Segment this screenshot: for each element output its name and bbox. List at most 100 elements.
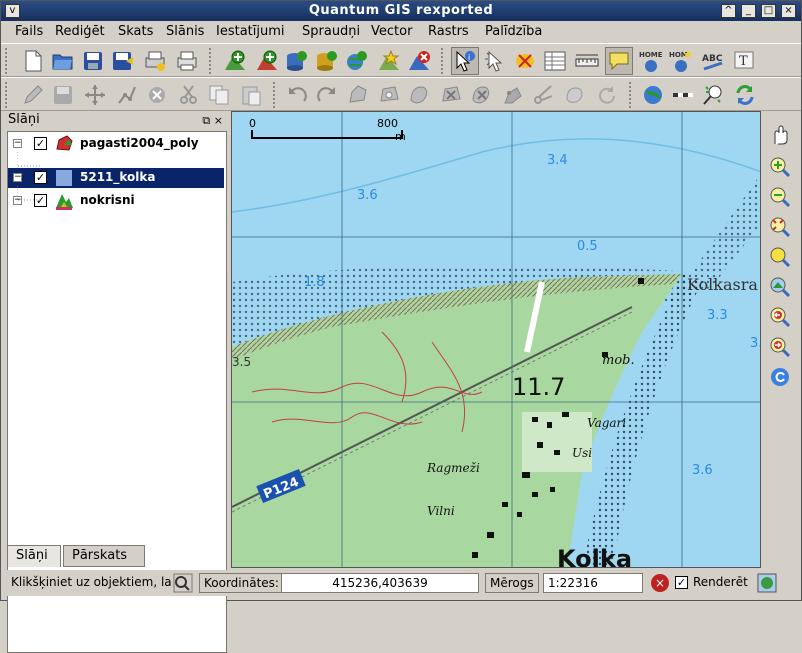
capture-point-icon[interactable] — [81, 81, 109, 109]
menu-vector[interactable]: Vector — [369, 23, 414, 41]
new-bookmark-icon[interactable]: HOME — [637, 47, 665, 75]
edit-toolbar — [1, 77, 801, 111]
collapse-layer-icon[interactable]: − — [13, 139, 22, 148]
toolbar-grip[interactable] — [629, 82, 633, 108]
undock-icon[interactable]: ⧉ × — [202, 112, 223, 130]
zoom-wizard-icon[interactable] — [699, 81, 727, 109]
zoom-next-icon[interactable] — [766, 333, 794, 361]
delete-part-icon[interactable] — [467, 81, 495, 109]
zoom-to-layer-icon[interactable] — [766, 273, 794, 301]
map-navigation-toolbar — [764, 121, 798, 401]
refresh-icon[interactable] — [731, 81, 759, 109]
render-checkbox[interactable]: ✓ — [675, 576, 688, 589]
add-ring-icon[interactable] — [375, 81, 403, 109]
measure-line-icon[interactable] — [573, 47, 601, 75]
toolbar-grip[interactable] — [273, 82, 277, 108]
menu-skats[interactable]: Skats — [116, 23, 155, 41]
delete-selected-icon[interactable] — [143, 81, 171, 109]
status-message: Klikšķiniet uz objektiem, lai to — [11, 575, 171, 589]
new-project-icon[interactable] — [19, 47, 47, 75]
move-feature-icon[interactable] — [499, 81, 527, 109]
toggle-editing-icon[interactable] — [19, 81, 47, 109]
show-bookmarks-icon[interactable]: HOM — [667, 47, 695, 75]
toolbar-grip[interactable] — [441, 48, 445, 74]
layer-visibility-checkbox[interactable]: ✓ — [34, 137, 47, 150]
map-label-mob: mob. — [602, 353, 635, 368]
scale-field[interactable]: 1:22316 — [543, 573, 643, 593]
print-composer-icon[interactable] — [141, 47, 169, 75]
globe-icon[interactable] — [639, 81, 667, 109]
print-icon[interactable] — [173, 47, 201, 75]
capture-line-icon[interactable] — [113, 81, 141, 109]
pan-icon[interactable] — [766, 121, 794, 149]
deselect-features-icon[interactable] — [511, 47, 539, 75]
add-spatialite-icon[interactable] — [313, 47, 341, 75]
menu-rediget[interactable]: Rediģēt — [53, 23, 107, 41]
toolbar-grip[interactable] — [209, 48, 213, 74]
save-as-icon[interactable] — [109, 47, 137, 75]
zoom-to-selection-icon[interactable] — [766, 243, 794, 271]
minimize-icon[interactable]: _ — [741, 4, 756, 18]
add-wms-icon[interactable] — [343, 47, 371, 75]
text-annotation-icon[interactable]: ABC — [699, 47, 727, 75]
zoom-last-icon[interactable] — [766, 303, 794, 331]
save-project-icon[interactable] — [79, 47, 107, 75]
map-tips-icon[interactable] — [605, 47, 633, 75]
add-raster-icon[interactable] — [221, 47, 249, 75]
refresh-map-icon[interactable] — [766, 363, 794, 391]
zoom-full-icon[interactable] — [766, 213, 794, 241]
polygon-layer-icon — [54, 135, 74, 153]
collapse-icon[interactable]: ^ — [721, 4, 736, 18]
add-postgis-icon[interactable] — [253, 47, 281, 75]
copy-features-icon[interactable] — [205, 81, 233, 109]
save-edits-icon[interactable] — [49, 81, 77, 109]
maximize-icon[interactable]: □ — [761, 4, 776, 18]
menu-fails[interactable]: Fails — [13, 23, 45, 41]
map-canvas[interactable]: P124 0 800 m 3.4 3.6 0.5 1.8 3.3 3.6 3. … — [231, 111, 761, 568]
add-part-icon[interactable] — [405, 81, 433, 109]
text-tool-icon[interactable]: T — [731, 47, 759, 75]
redo-icon[interactable] — [313, 81, 341, 109]
simplify-feature-icon[interactable] — [343, 81, 371, 109]
depth-label: 1.8 — [304, 275, 325, 290]
attribute-table-icon[interactable] — [541, 47, 569, 75]
menu-palidziba[interactable]: Palīdzība — [483, 23, 544, 41]
menu-iestatijumi[interactable]: Iestatījumi — [214, 23, 287, 41]
new-vector-layer-icon[interactable] — [375, 47, 403, 75]
menu-rastrs[interactable]: Rastrs — [426, 23, 471, 41]
scalebar-icon[interactable] — [669, 81, 697, 109]
zoom-out-icon[interactable] — [766, 183, 794, 211]
select-features-icon[interactable] — [481, 47, 509, 75]
undo-icon[interactable] — [283, 81, 311, 109]
tab-overview[interactable]: Pārskats — [63, 545, 145, 567]
toolbar-grip[interactable] — [5, 48, 9, 74]
toggle-extents-icon[interactable] — [173, 573, 193, 593]
identify-features-icon[interactable]: i — [451, 47, 479, 75]
split-features-icon[interactable] — [529, 81, 557, 109]
add-database-icon[interactable] — [283, 47, 311, 75]
projection-icon[interactable] — [757, 573, 777, 593]
remove-layer-icon[interactable] — [405, 47, 433, 75]
menu-spraudni[interactable]: Spraudņi — [300, 23, 362, 41]
map-rendering: P124 0 800 m 3.4 3.6 0.5 1.8 3.3 3.6 3. … — [232, 112, 760, 568]
coordinates-field[interactable]: 415236,403639 — [281, 573, 479, 593]
map-label-vagari: Vagari — [587, 416, 626, 430]
tab-layers[interactable]: Slāņi — [7, 545, 61, 567]
main-toolbar: i HOME HOM ABC T — [1, 43, 801, 77]
paste-features-icon[interactable] — [237, 81, 265, 109]
cut-features-icon[interactable] — [175, 81, 203, 109]
layer-name: pagasti2004_poly — [80, 136, 199, 150]
toolbar-grip[interactable] — [5, 82, 9, 108]
open-project-icon[interactable] — [49, 47, 77, 75]
place-label-kolka: Kolka — [557, 545, 632, 568]
layers-tabs: Slāņi Pārskats — [5, 545, 225, 567]
close-icon[interactable]: × — [781, 4, 796, 18]
delete-ring-icon[interactable] — [437, 81, 465, 109]
zoom-in-icon[interactable] — [766, 153, 794, 181]
stop-render-icon[interactable]: × — [651, 574, 669, 592]
menu-slanis[interactable]: Slānis — [164, 23, 206, 41]
menu-bar: Fails Rediģēt Skats Slānis Iestatījumi S… — [1, 21, 801, 43]
rotate-icon[interactable] — [593, 81, 621, 109]
merge-features-icon[interactable] — [561, 81, 589, 109]
layer-item-pagasti2004-poly[interactable]: − ✓ pagasti2004_poly — [8, 134, 224, 154]
